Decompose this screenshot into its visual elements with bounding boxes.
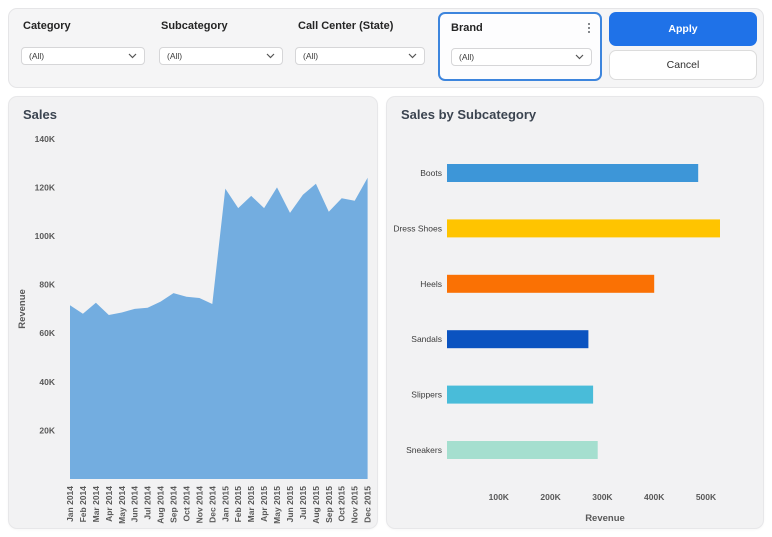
chevron-down-icon	[408, 53, 417, 59]
y-axis-title: Revenue	[17, 289, 28, 329]
x-tick-label: Jul 2015	[298, 486, 308, 520]
x-tick-label: Aug 2014	[156, 486, 166, 524]
bar-category-label: Slippers	[411, 390, 442, 400]
x-tick-label: Oct 2014	[182, 486, 192, 522]
x-tick-label: Sep 2015	[324, 486, 334, 523]
x-tick-label: Apr 2014	[104, 486, 114, 522]
bar-category-label: Sneakers	[406, 445, 442, 455]
chevron-down-icon	[266, 53, 275, 59]
bar-category-label: Dress Shoes	[393, 223, 442, 233]
filter-label-category: Category	[23, 20, 71, 32]
category-dropdown[interactable]: (All)	[21, 47, 145, 65]
x-tick-label: Jan 2015	[220, 486, 230, 522]
x-tick-label: 100K	[489, 492, 510, 502]
sales-panel: Sales 20K40K60K80K100K120K140KRevenueJan…	[8, 96, 378, 529]
x-tick-label: 400K	[644, 492, 665, 502]
more-options-icon[interactable]	[584, 20, 594, 36]
filter-group-brand-selected: Brand (All)	[438, 12, 602, 81]
cancel-button[interactable]: Cancel	[609, 50, 757, 80]
x-tick-label: Dec 2014	[207, 486, 217, 523]
x-tick-label: Apr 2015	[259, 486, 269, 522]
sales-area-chart: 20K40K60K80K100K120K140KRevenueJan 2014F…	[9, 97, 379, 530]
y-tick-label: 60K	[39, 328, 55, 338]
bar-category-label: Heels	[420, 279, 442, 289]
bar-sandals[interactable]	[447, 330, 588, 348]
x-tick-label: 300K	[592, 492, 613, 502]
y-tick-label: 20K	[39, 425, 55, 435]
bar-category-label: Sandals	[411, 334, 442, 344]
x-tick-label: Feb 2015	[233, 486, 243, 523]
x-tick-label: Jan 2014	[65, 486, 75, 522]
x-tick-label: Nov 2014	[194, 486, 204, 524]
x-tick-label: May 2014	[117, 486, 127, 524]
x-tick-label: Aug 2015	[311, 486, 321, 524]
x-tick-label: Oct 2015	[337, 486, 347, 522]
y-tick-label: 120K	[35, 182, 56, 192]
revenue-area-series[interactable]	[70, 178, 368, 479]
subcategory-dropdown-value: (All)	[167, 51, 182, 61]
bar-category-label: Boots	[420, 168, 442, 178]
call-center-dropdown-value: (All)	[303, 51, 318, 61]
filter-label-brand: Brand	[451, 22, 483, 34]
x-tick-label: Nov 2015	[350, 486, 360, 524]
bar-dress-shoes[interactable]	[447, 219, 720, 237]
x-axis-title: Revenue	[585, 513, 625, 524]
subcategory-bar-chart: Boots Dress Shoes Heels Sandals Slippers Snea…	[387, 97, 765, 530]
x-tick-label: Mar 2015	[246, 486, 256, 523]
x-tick-label: Feb 2014	[78, 486, 88, 523]
bar-slippers[interactable]	[447, 386, 593, 404]
x-tick-label: May 2015	[272, 486, 282, 524]
brand-dropdown-value: (All)	[459, 52, 474, 62]
bar-sneakers[interactable]	[447, 441, 598, 459]
x-tick-label: Jun 2014	[130, 486, 140, 523]
y-tick-label: 100K	[35, 231, 56, 241]
x-tick-label: 500K	[696, 492, 717, 502]
bar-boots[interactable]	[447, 164, 698, 182]
y-tick-label: 80K	[39, 280, 55, 290]
x-tick-label: 200K	[540, 492, 561, 502]
x-tick-label: Dec 2015	[363, 486, 373, 523]
call-center-state-dropdown[interactable]: (All)	[295, 47, 425, 65]
brand-dropdown[interactable]: (All)	[451, 48, 592, 66]
sales-by-subcategory-panel: Sales by Subcategory BootsDress ShoesHee…	[386, 96, 764, 529]
chevron-down-icon	[575, 54, 584, 60]
chevron-down-icon	[128, 53, 137, 59]
y-tick-label: 140K	[35, 134, 56, 144]
filter-bar: Category (All) Subcategory (All) Call Ce…	[8, 8, 764, 88]
x-tick-label: Jul 2014	[143, 486, 153, 520]
y-tick-label: 40K	[39, 377, 55, 387]
x-tick-label: Mar 2014	[91, 486, 101, 523]
x-tick-label: Sep 2014	[169, 486, 179, 523]
filter-label-subcategory: Subcategory	[161, 20, 228, 32]
apply-button[interactable]: Apply	[609, 12, 757, 46]
subcategory-dropdown[interactable]: (All)	[159, 47, 283, 65]
filter-label-call-center: Call Center (State)	[298, 20, 393, 32]
bar-heels[interactable]	[447, 275, 654, 293]
x-tick-label: Jun 2015	[285, 486, 295, 523]
category-dropdown-value: (All)	[29, 51, 44, 61]
